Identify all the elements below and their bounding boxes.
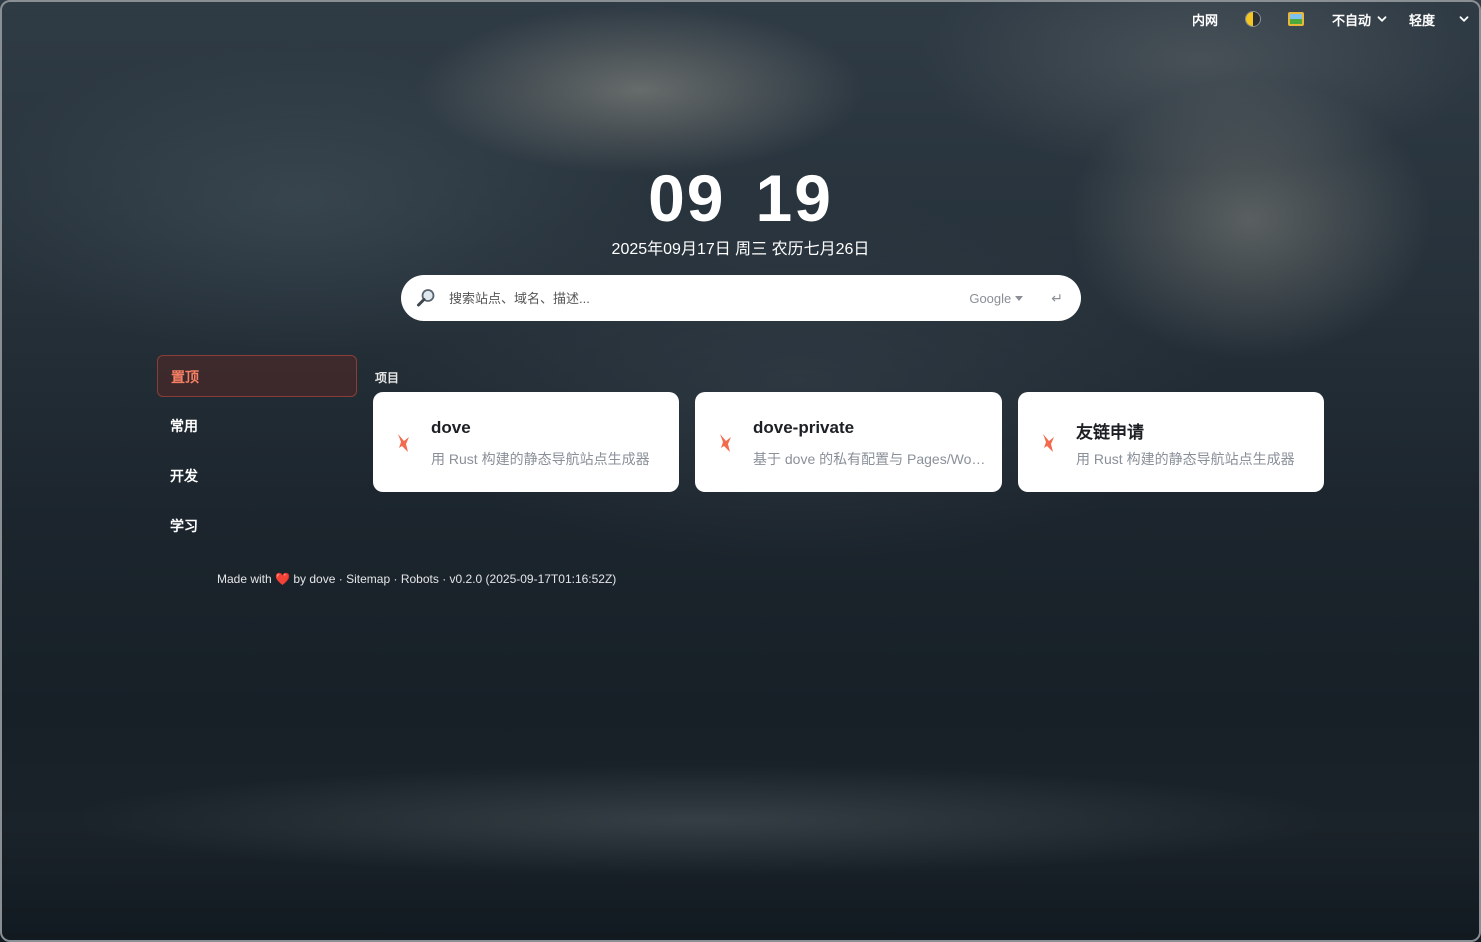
search-engine-select[interactable]: Google <box>969 290 1024 306</box>
footer-separator: · <box>442 572 447 586</box>
theme-toggle[interactable] <box>1245 8 1260 30</box>
caret-down-icon <box>1015 295 1024 301</box>
footer-separator: · <box>338 572 343 586</box>
mode-select-value: 轻度 <box>1408 12 1435 28</box>
clock-hours: 09 <box>648 161 726 235</box>
footer-sitemap-link[interactable]: Sitemap <box>346 572 390 586</box>
card-description: 用 Rust 构建的静态导航站点生成器 <box>431 451 650 467</box>
top-bar: 内网 不自动 轻度 <box>1192 8 1469 30</box>
clock-minutes: 19 <box>755 161 833 235</box>
card-title: 友链申请 <box>1076 423 1144 442</box>
search-input[interactable] <box>447 289 970 307</box>
search-engine-label: Google <box>969 290 1012 306</box>
footer-separator: · <box>393 572 398 586</box>
search-icon <box>417 289 435 307</box>
search-bar: Google ↵ <box>401 275 1081 321</box>
footer-author-link[interactable]: dove <box>309 572 335 586</box>
dove-logo-icon <box>398 434 409 452</box>
site-card[interactable]: 友链申请 用 Rust 构建的静态导航站点生成器 <box>1018 392 1324 492</box>
dove-logo-icon <box>1043 434 1054 452</box>
card-title: dove <box>431 418 471 437</box>
sidebar-item-pinned[interactable]: 置顶 <box>157 355 357 397</box>
auto-select[interactable]: 不自动 <box>1332 8 1387 30</box>
wallpaper-toggle[interactable] <box>1287 8 1304 30</box>
date-line: 2025年09月17日 周三 农历七月26日 <box>611 241 870 258</box>
category-sidebar: 置顶 常用 开发 学习 <box>157 355 357 555</box>
half-moon-icon <box>1245 12 1260 26</box>
card-description: 基于 dove 的私有配置与 Pages/Workers 部署 <box>753 451 988 467</box>
footer-robots-link[interactable]: Robots <box>401 572 439 586</box>
intranet-label: 内网 <box>1191 12 1218 28</box>
sidebar-item-common[interactable]: 常用 <box>157 405 357 447</box>
chevron-down-icon <box>1459 16 1469 22</box>
sidebar-item-dev[interactable]: 开发 <box>157 455 357 497</box>
section-title: 项目 <box>375 371 400 385</box>
footer: Made with ❤️ by dove · Sitemap · Robots … <box>217 572 616 586</box>
enter-icon[interactable]: ↵ <box>1051 290 1063 307</box>
dove-logo-icon <box>720 434 731 452</box>
footer-version: v0.2.0 (2025-09-17T01:16:52Z) <box>449 572 617 586</box>
footer-made-with: Made with <box>217 572 272 586</box>
intranet-toggle[interactable]: 内网 <box>1192 8 1218 30</box>
card-title: dove-private <box>753 418 855 437</box>
footer-by: by <box>293 572 307 586</box>
picture-icon <box>1287 12 1304 26</box>
site-card[interactable]: dove-private 基于 dove 的私有配置与 Pages/Worker… <box>695 392 1002 492</box>
clock: 09 19 <box>0 160 1481 236</box>
auto-select-value: 不自动 <box>1331 12 1371 28</box>
card-description: 用 Rust 构建的静态导航站点生成器 <box>1076 451 1295 467</box>
chevron-down-icon <box>1377 16 1387 22</box>
site-card[interactable]: dove 用 Rust 构建的静态导航站点生成器 <box>373 392 679 492</box>
mode-select[interactable]: 轻度 <box>1409 8 1469 30</box>
heart-icon: ❤️ <box>275 572 290 586</box>
sidebar-item-learn[interactable]: 学习 <box>157 505 357 547</box>
